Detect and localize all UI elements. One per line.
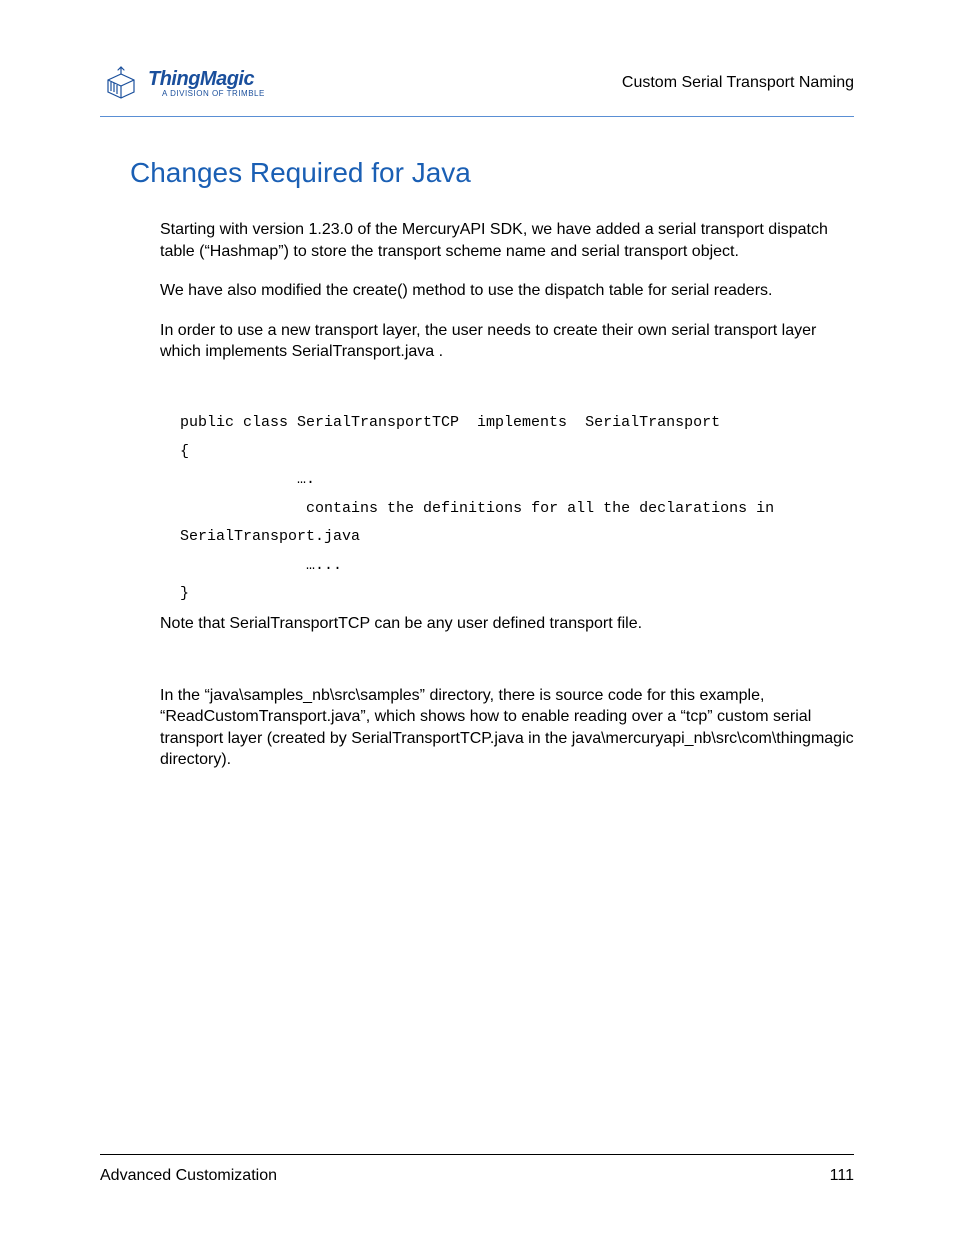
code-line: } (180, 585, 189, 602)
paragraph-3: In order to use a new transport layer, t… (160, 320, 854, 363)
section-title: Changes Required for Java (130, 157, 854, 189)
paragraph-4: In the “java\samples_nb\src\samples” dir… (160, 685, 854, 771)
cube-icon (100, 62, 142, 104)
page-number: 111 (830, 1167, 854, 1185)
footer: Advanced Customization 111 (100, 1154, 854, 1185)
note-paragraph: Note that SerialTransportTCP can be any … (160, 613, 854, 635)
logo: ThingMagic A DIVISION OF TRIMBLE (100, 62, 265, 104)
body-content: Starting with version 1.23.0 of the Merc… (160, 219, 854, 381)
logo-sub-text: A DIVISION OF TRIMBLE (162, 89, 265, 98)
code-line: …... (180, 557, 342, 574)
code-line: { (180, 443, 189, 460)
code-line: public class SerialTransportTCP implemen… (180, 414, 720, 431)
footer-left: Advanced Customization (100, 1167, 277, 1185)
body-content-2: In the “java\samples_nb\src\samples” dir… (160, 685, 854, 789)
header-title: Custom Serial Transport Naming (622, 74, 854, 92)
code-line: …. (180, 471, 315, 488)
logo-main-text: ThingMagic (148, 68, 265, 91)
code-line: contains the definitions for all the dec… (180, 500, 783, 546)
page-header: ThingMagic A DIVISION OF TRIMBLE Custom … (100, 62, 854, 117)
paragraph-1: Starting with version 1.23.0 of the Merc… (160, 219, 854, 262)
code-block: public class SerialTransportTCP implemen… (180, 381, 854, 609)
paragraph-2: We have also modified the create() metho… (160, 280, 854, 302)
